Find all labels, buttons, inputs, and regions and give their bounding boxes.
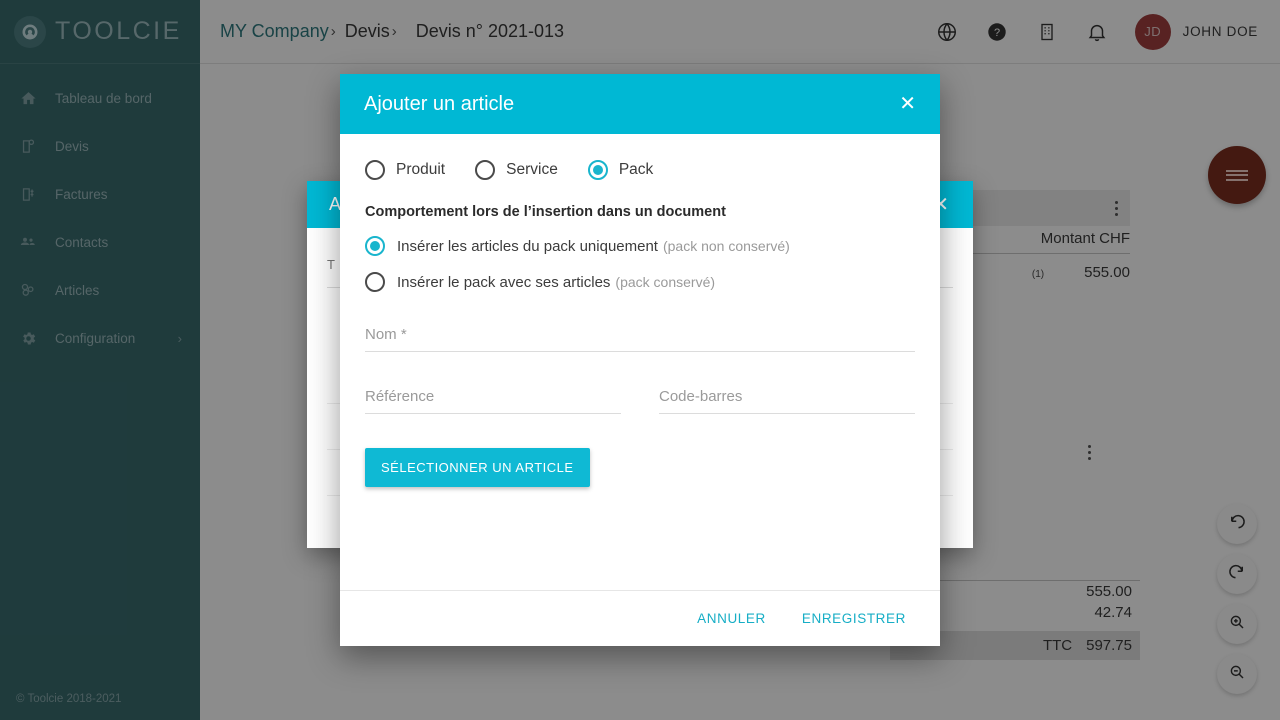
nom-input[interactable] xyxy=(365,322,915,352)
behavior-option-articles-only[interactable]: Insérer les articles du pack uniquement … xyxy=(365,236,915,256)
close-icon[interactable]: ✕ xyxy=(893,88,922,120)
behavior-section-title: Comportement lors de l’insertion dans un… xyxy=(365,204,726,220)
radio-label: Pack xyxy=(618,161,654,178)
behavior-option-label: Insérer le pack avec ses articles xyxy=(397,273,611,291)
radio-circle-selected-icon xyxy=(365,236,385,256)
article-type-radio-group: Produit Service Pack xyxy=(365,160,915,180)
code-barres-input[interactable] xyxy=(659,384,915,414)
modal-body: Produit Service Pack Comportement lors d… xyxy=(340,134,940,590)
code-barres-field-wrapper xyxy=(659,384,915,414)
radio-circle-selected-icon xyxy=(587,160,608,180)
modal-title: Ajouter un article xyxy=(364,92,515,115)
reference-barcode-row xyxy=(365,384,915,414)
radio-option-produit[interactable]: Produit xyxy=(365,160,445,180)
radio-label: Service xyxy=(506,161,558,178)
add-article-modal: Ajouter un article ✕ Produit Service Pac… xyxy=(340,74,940,646)
radio-circle-icon xyxy=(475,160,496,180)
save-button[interactable]: ENREGISTRER xyxy=(788,601,920,636)
behavior-option-note: (pack non conservé) xyxy=(662,238,790,254)
radio-circle-icon xyxy=(365,272,385,292)
modal-header: Ajouter un article ✕ xyxy=(340,74,940,134)
behavior-option-note: (pack conservé) xyxy=(615,274,716,290)
radio-label: Produit xyxy=(396,161,446,178)
radio-circle-icon xyxy=(365,160,385,180)
radio-option-service[interactable]: Service xyxy=(475,160,558,180)
behavior-option-keep-pack[interactable]: Insérer le pack avec ses articles (pack … xyxy=(365,272,915,292)
overlay-scrim-sidebar xyxy=(0,0,200,720)
cancel-button[interactable]: ANNULER xyxy=(683,601,780,636)
nom-field-wrapper xyxy=(365,322,915,352)
select-article-button[interactable]: SÉLECTIONNER UN ARTICLE xyxy=(365,448,590,487)
radio-option-pack[interactable]: Pack xyxy=(587,160,654,180)
app-root: TOOLCIE Tableau de bord Devis Factures C… xyxy=(0,0,1280,720)
reference-field-wrapper xyxy=(365,384,621,414)
reference-input[interactable] xyxy=(365,384,621,414)
behavior-option-label: Insérer les articles du pack uniquement xyxy=(397,237,658,255)
modal-footer: ANNULER ENREGISTRER xyxy=(340,590,940,646)
